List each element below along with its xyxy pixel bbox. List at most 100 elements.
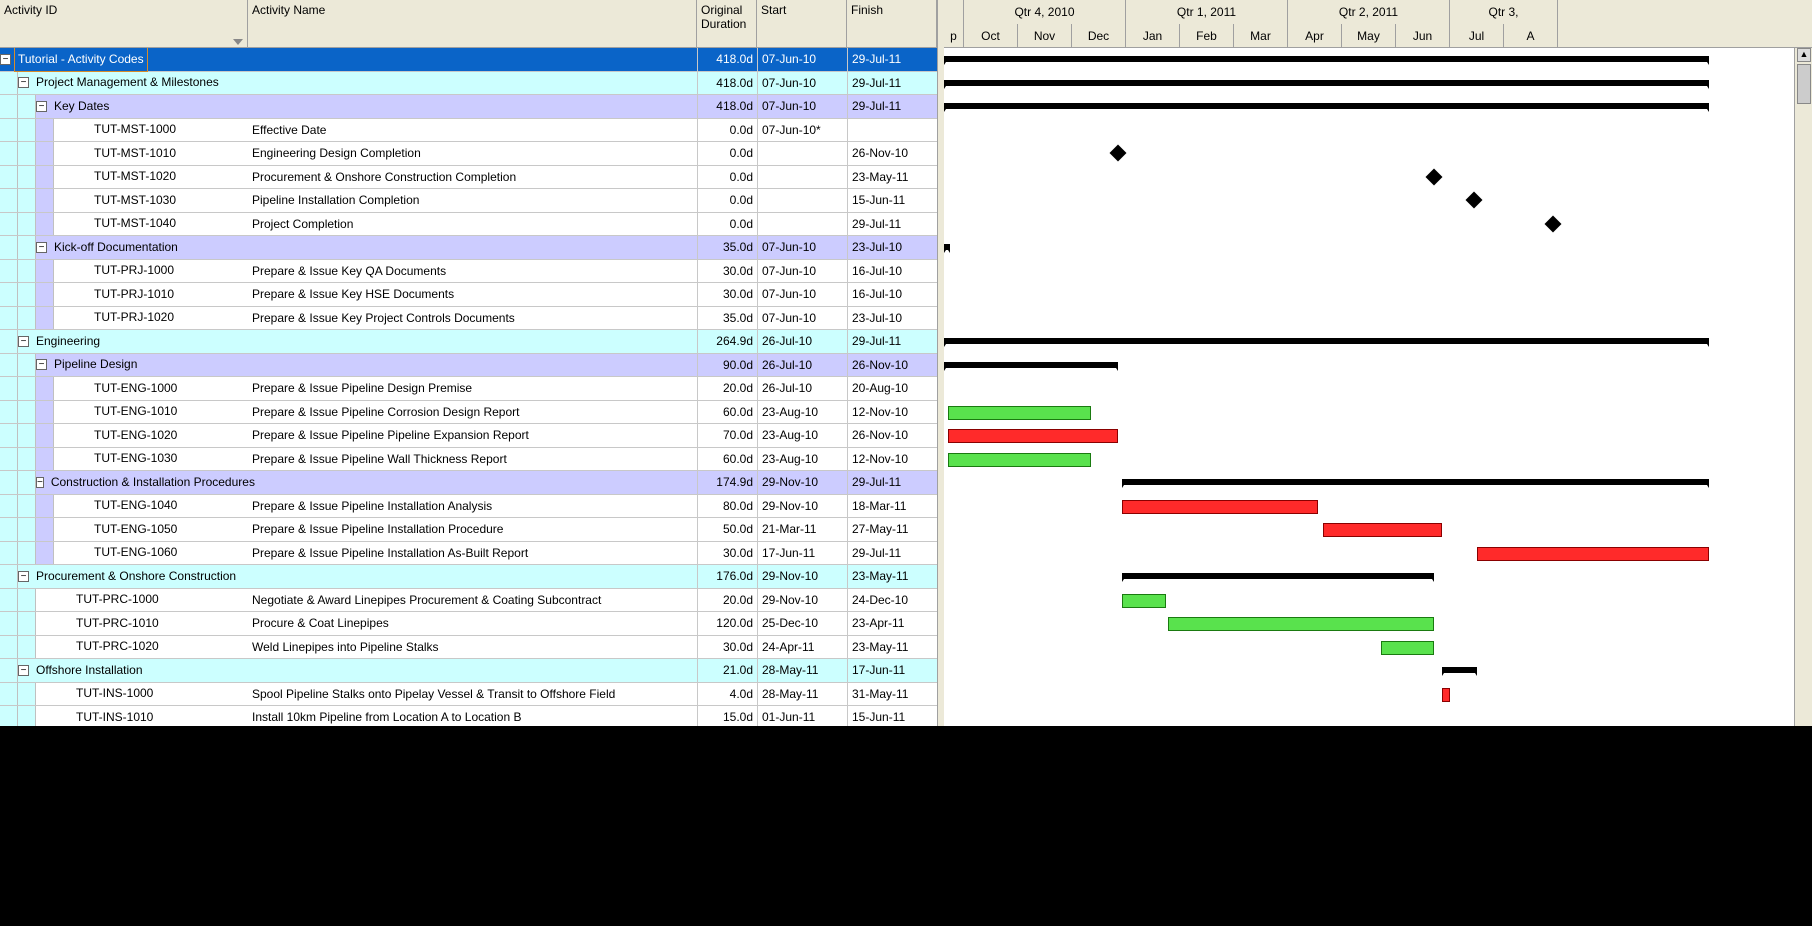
summary-row[interactable]: −Offshore Installation21.0d28-May-1117-J… <box>0 659 937 683</box>
summary-row[interactable]: −Key Dates418.0d07-Jun-1029-Jul-11 <box>0 95 937 119</box>
milestone-marker[interactable] <box>1425 168 1442 185</box>
activity-row[interactable]: TUT-PRC-1010Procure & Coat Linepipes120.… <box>0 612 937 636</box>
task-bar[interactable] <box>1122 594 1166 608</box>
summary-bar[interactable] <box>944 338 1709 344</box>
collapse-toggle[interactable]: − <box>18 571 29 582</box>
collapse-toggle[interactable]: − <box>36 101 47 112</box>
summary-bar[interactable] <box>944 103 1709 109</box>
activity-row[interactable]: TUT-ENG-1020Prepare & Issue Pipeline Pip… <box>0 424 937 448</box>
activity-id-text: TUT-MST-1040 <box>54 213 176 236</box>
milestone-marker[interactable] <box>1109 145 1126 162</box>
activity-row[interactable]: TUT-MST-1000Effective Date0.0d07-Jun-10* <box>0 119 937 143</box>
activity-row[interactable]: TUT-MST-1020Procurement & Onshore Constr… <box>0 166 937 190</box>
col-start[interactable]: Start <box>757 0 847 47</box>
activity-row[interactable]: TUT-ENG-1010Prepare & Issue Pipeline Cor… <box>0 401 937 425</box>
activity-row[interactable]: TUT-PRJ-1020Prepare & Issue Key Project … <box>0 307 937 331</box>
activity-row[interactable]: TUT-ENG-1040Prepare & Issue Pipeline Ins… <box>0 495 937 519</box>
task-bar[interactable] <box>948 429 1118 443</box>
activity-name-text: Prepare & Issue Pipeline Installation As… <box>248 542 697 565</box>
activity-id-text: Tutorial - Activity Codes <box>14 48 148 72</box>
milestone-marker[interactable] <box>1544 215 1561 232</box>
task-bar[interactable] <box>948 406 1091 420</box>
summary-bar[interactable] <box>1122 479 1709 485</box>
collapse-toggle[interactable]: − <box>18 665 29 676</box>
col-original-duration[interactable]: Original Duration <box>697 0 757 47</box>
activity-name-text <box>248 95 697 118</box>
col-activity-name[interactable]: Activity Name <box>248 0 697 47</box>
collapse-toggle[interactable]: − <box>36 477 44 488</box>
activity-row[interactable]: TUT-PRJ-1010Prepare & Issue Key HSE Docu… <box>0 283 937 307</box>
cell-dur: 90.0d <box>697 354 757 377</box>
cell-start: 21-Mar-11 <box>757 518 847 541</box>
summary-row[interactable]: −Procurement & Onshore Construction176.0… <box>0 565 937 589</box>
activity-name-text: Procurement & Onshore Construction Compl… <box>248 166 697 189</box>
activity-name-text: Prepare & Issue Key HSE Documents <box>248 283 697 306</box>
cell-finish: 29-Jul-11 <box>847 542 937 565</box>
col-finish[interactable]: Finish <box>847 0 937 47</box>
month-cell: Nov <box>1018 24 1072 48</box>
scroll-up-icon[interactable]: ▲ <box>1797 48 1811 62</box>
summary-row[interactable]: −Tutorial - Activity Codes418.0d07-Jun-1… <box>0 48 937 72</box>
summary-bar[interactable] <box>944 362 1118 368</box>
cell-finish: 23-Apr-11 <box>847 612 937 635</box>
cell-start: 29-Nov-10 <box>757 471 847 494</box>
summary-row[interactable]: −Engineering264.9d26-Jul-1029-Jul-11 <box>0 330 937 354</box>
activity-row[interactable]: TUT-ENG-1050Prepare & Issue Pipeline Ins… <box>0 518 937 542</box>
col-label: Activity Name <box>252 3 325 17</box>
collapse-toggle[interactable]: − <box>36 359 47 370</box>
gantt-row <box>944 236 1812 260</box>
activity-row[interactable]: TUT-ENG-1030Prepare & Issue Pipeline Wal… <box>0 448 937 472</box>
gantt-row <box>944 95 1812 119</box>
activity-row[interactable]: TUT-ENG-1000Prepare & Issue Pipeline Des… <box>0 377 937 401</box>
activity-id-text: Project Management & Milestones <box>32 71 219 94</box>
activity-name-text <box>248 565 697 588</box>
activity-name-text <box>248 72 697 95</box>
activity-name-text: Prepare & Issue Pipeline Wall Thickness … <box>248 448 697 471</box>
collapse-toggle[interactable]: − <box>18 336 29 347</box>
activity-name-text <box>248 354 697 377</box>
activity-id-text: Kick-off Documentation <box>50 236 178 259</box>
task-bar[interactable] <box>1122 500 1317 514</box>
task-bar[interactable] <box>948 453 1091 467</box>
task-bar[interactable] <box>1168 617 1434 631</box>
activity-row[interactable]: TUT-PRJ-1000Prepare & Issue Key QA Docum… <box>0 260 937 284</box>
activity-id-text: TUT-MST-1030 <box>54 189 176 212</box>
summary-row[interactable]: −Construction & Installation Procedures1… <box>0 471 937 495</box>
activity-row[interactable]: TUT-ENG-1060Prepare & Issue Pipeline Ins… <box>0 542 937 566</box>
gantt-row <box>944 424 1812 448</box>
task-bar[interactable] <box>1477 547 1709 561</box>
cell-start: 07-Jun-10 <box>757 236 847 259</box>
col-activity-id[interactable]: Activity ID <box>0 0 248 47</box>
summary-bar[interactable] <box>944 56 1709 62</box>
activity-row[interactable]: TUT-MST-1010Engineering Design Completio… <box>0 142 937 166</box>
task-bar[interactable] <box>1323 523 1442 537</box>
activity-name-text: Prepare & Issue Pipeline Corrosion Desig… <box>248 401 697 424</box>
cell-dur: 418.0d <box>697 95 757 118</box>
task-bar[interactable] <box>1442 688 1450 702</box>
activity-name-text: Project Completion <box>248 213 697 236</box>
cell-start: 29-Nov-10 <box>757 565 847 588</box>
summary-bar[interactable] <box>1122 573 1434 579</box>
activity-row[interactable]: TUT-MST-1040Project Completion0.0d29-Jul… <box>0 213 937 237</box>
scroll-thumb[interactable] <box>1797 64 1811 104</box>
summary-row[interactable]: −Project Management & Milestones418.0d07… <box>0 72 937 96</box>
activity-row[interactable]: TUT-INS-1000Spool Pipeline Stalks onto P… <box>0 683 937 707</box>
collapse-toggle[interactable]: − <box>36 242 47 253</box>
activity-name-text <box>248 471 697 494</box>
activity-row[interactable]: TUT-PRC-1000Negotiate & Award Linepipes … <box>0 589 937 613</box>
summary-row[interactable]: −Pipeline Design90.0d26-Jul-1026-Nov-10 <box>0 354 937 378</box>
summary-bar[interactable] <box>944 80 1709 86</box>
summary-bar[interactable] <box>1442 667 1477 673</box>
collapse-toggle[interactable]: − <box>0 54 11 65</box>
summary-bar[interactable] <box>944 244 950 250</box>
filter-icon[interactable] <box>233 39 243 45</box>
month-cell: Apr <box>1288 24 1342 48</box>
collapse-toggle[interactable]: − <box>18 77 29 88</box>
cell-finish: 16-Jul-10 <box>847 283 937 306</box>
activity-row[interactable]: TUT-MST-1030Pipeline Installation Comple… <box>0 189 937 213</box>
summary-row[interactable]: −Kick-off Documentation35.0d07-Jun-1023-… <box>0 236 937 260</box>
activity-row[interactable]: TUT-PRC-1020Weld Linepipes into Pipeline… <box>0 636 937 660</box>
activity-id-text: TUT-ENG-1000 <box>54 377 177 400</box>
task-bar[interactable] <box>1381 641 1433 655</box>
milestone-marker[interactable] <box>1466 192 1483 209</box>
